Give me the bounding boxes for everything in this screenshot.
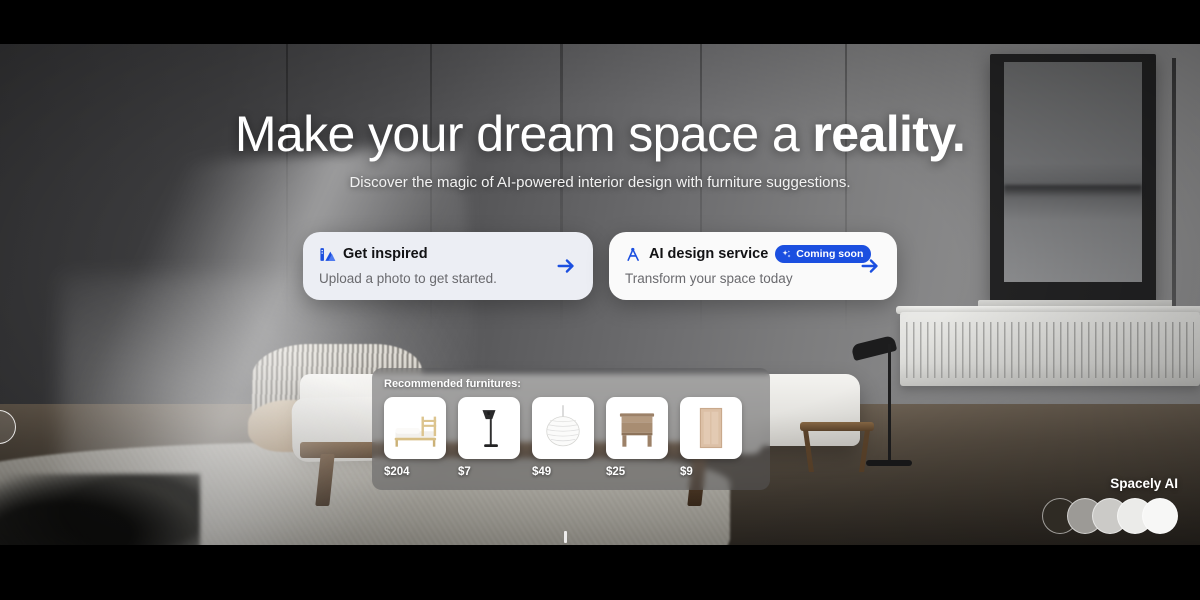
floor-lamp-base: [866, 460, 912, 466]
color-palette: [1042, 498, 1178, 534]
get-inspired-body: Get inspired Upload a photo to get start…: [319, 246, 547, 286]
radiator: [900, 312, 1200, 386]
letterbox-bottom: [0, 545, 1200, 600]
compass-icon: [625, 246, 642, 263]
page-title: Make your dream space a reality.: [0, 108, 1200, 161]
status-badge: Coming soon: [775, 245, 872, 263]
furniture-thumbnail: [458, 397, 520, 459]
status-badge-label: Coming soon: [796, 248, 864, 260]
recommended-furniture-list: $204 $7 $49 $25 $9: [384, 397, 758, 478]
wooden-stool: [800, 422, 874, 431]
furniture-thumbnail: [680, 397, 742, 459]
ai-design-service-body: AI design service Coming soon Transform …: [625, 245, 872, 286]
ai-design-service-card[interactable]: AI design service Coming soon Transform …: [609, 232, 897, 300]
furniture-thumbnail: [532, 397, 594, 459]
brand-block: Spacely AI: [1042, 476, 1178, 534]
floor-lamp-pole: [888, 344, 891, 464]
furniture-price: $7: [458, 466, 471, 478]
furniture-price: $49: [532, 466, 552, 478]
image-stack-icon: [319, 246, 336, 263]
furniture-thumbnail: [384, 397, 446, 459]
pendant-lamp-icon: [546, 405, 580, 447]
rug-panel-icon: [699, 407, 723, 449]
playback-progress-tick: [564, 531, 567, 543]
swatch-white: [1142, 498, 1178, 534]
nightstand-icon: [619, 413, 655, 447]
furniture-item-bed[interactable]: $204: [384, 397, 446, 478]
arrow-right-icon[interactable]: [555, 255, 577, 277]
ai-design-service-title: AI design service: [649, 246, 769, 262]
recommended-furniture-title: Recommended furnitures:: [384, 378, 521, 390]
foreground-foliage: [0, 474, 200, 545]
furniture-item-nightstand[interactable]: $25: [606, 397, 668, 478]
floor-lamp-icon: [482, 410, 498, 448]
furniture-thumbnail: [606, 397, 668, 459]
furniture-item-floor-lamp[interactable]: $7: [458, 397, 520, 478]
get-inspired-title-row: Get inspired: [319, 246, 547, 263]
furniture-item-rug-panel[interactable]: $9: [680, 397, 742, 478]
cta-card-row: Get inspired Upload a photo to get start…: [0, 232, 1200, 300]
letterbox-top: [0, 0, 1200, 44]
furniture-price: $25: [606, 466, 626, 478]
get-inspired-card[interactable]: Get inspired Upload a photo to get start…: [303, 232, 593, 300]
furniture-item-pendant-lamp[interactable]: $49: [532, 397, 594, 478]
sparkles-icon: [782, 249, 791, 258]
hero-section: Make your dream space a reality. Discove…: [0, 108, 1200, 192]
page-title-regular: Make your dream space a: [234, 106, 813, 162]
brand-name: Spacely AI: [1110, 476, 1178, 491]
ai-design-service-title-row: AI design service Coming soon: [625, 245, 872, 263]
bed-icon: [394, 416, 437, 447]
page-subtitle: Discover the magic of AI-powered interio…: [349, 174, 851, 191]
get-inspired-subtitle: Upload a photo to get started.: [319, 270, 497, 286]
page-title-emphasis: reality.: [812, 106, 966, 162]
get-inspired-title: Get inspired: [343, 246, 428, 262]
furniture-price: $9: [680, 466, 693, 478]
screenshot-stage: Make your dream space a reality. Discove…: [0, 0, 1200, 600]
furniture-price: $204: [384, 466, 410, 478]
recommended-furniture-panel: Recommended furnitures: $204 $7 $49 $25 …: [372, 368, 770, 490]
arrow-right-icon[interactable]: [859, 255, 881, 277]
ai-design-service-subtitle: Transform your space today: [625, 271, 793, 286]
